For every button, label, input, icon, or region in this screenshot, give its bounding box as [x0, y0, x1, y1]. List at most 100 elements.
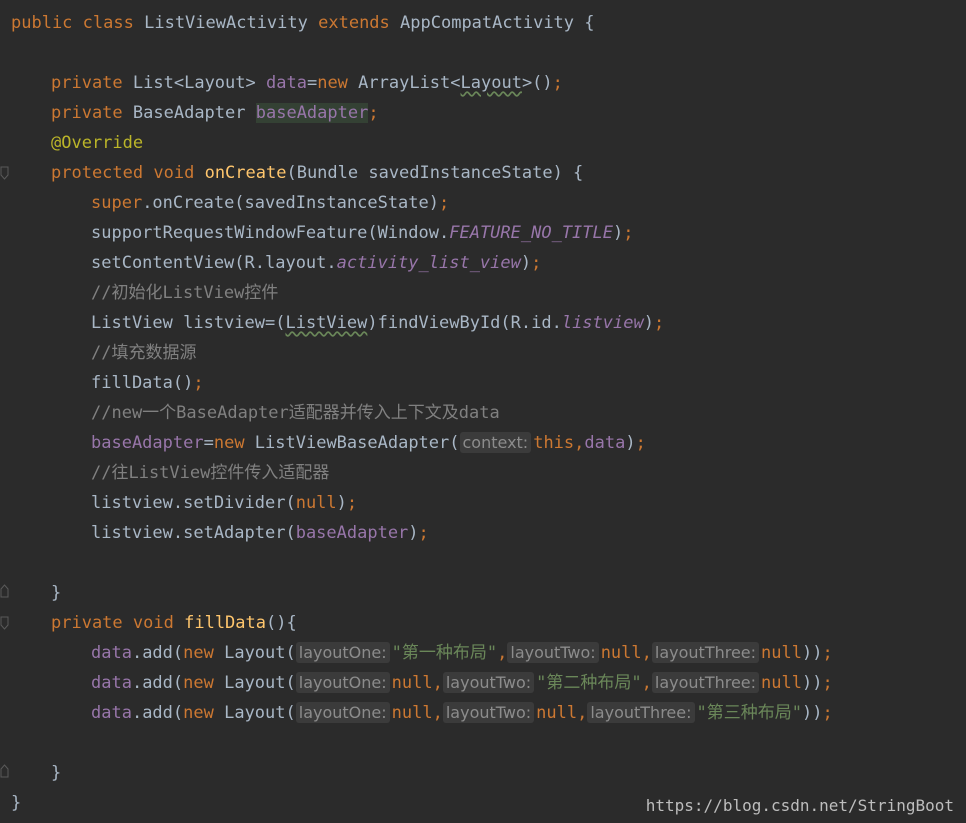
field-name: data [266, 73, 307, 93]
field-name: baseAdapter [295, 523, 409, 543]
type-name: Layout [460, 73, 522, 93]
code-text: ListView listview=( [91, 313, 286, 333]
type-name: ArrayList< [347, 73, 461, 93]
code-line[interactable]: ListView listview=(ListView)findViewById… [91, 308, 664, 338]
string-literal: "第一种布局" [391, 643, 498, 663]
keyword: null [761, 643, 802, 663]
code-text: .add( [131, 673, 184, 693]
code-line[interactable]: data.add(new Layout(layoutOne: null, layou… [91, 698, 833, 728]
code-text: )) [801, 673, 823, 693]
semicolon: ; [439, 193, 450, 213]
parameter-hint: layoutOne: [295, 642, 390, 663]
method-name: fillData [184, 613, 266, 633]
code-line[interactable]: supportRequestWindowFeature(Window.FEATU… [91, 218, 634, 248]
semicolon: ; [635, 433, 646, 453]
keyword: public [11, 13, 73, 33]
code-line[interactable]: setContentView(R.layout.activity_list_vi… [91, 248, 541, 278]
method-name: onCreate [204, 163, 287, 183]
code-line[interactable]: fillData(); [91, 368, 204, 398]
code-text: >() [521, 73, 553, 93]
keyword: class [82, 13, 134, 33]
annotation: @Override [51, 133, 144, 153]
keyword: void [153, 163, 195, 183]
code-line[interactable]: } [11, 788, 21, 818]
type-name: Layout [184, 73, 246, 93]
keyword: new [213, 433, 245, 453]
parameter-hint: layoutOne: [295, 702, 390, 723]
code-line[interactable]: //new一个BaseAdapter适配器并传入上下文及data [91, 398, 500, 428]
comma: , [577, 703, 588, 723]
parameter-hint: layoutThree: [587, 702, 695, 723]
code-line[interactable]: super.onCreate(savedInstanceState); [91, 188, 449, 218]
comment: //填充数据源 [91, 343, 197, 363]
comma: , [641, 643, 652, 663]
keyword: extends [318, 13, 390, 33]
code-line[interactable]: data.add(new Layout(layoutOne: "第一种布局", la… [91, 638, 833, 668]
keyword: new [183, 703, 214, 723]
semicolon: ; [623, 223, 634, 243]
field-name: data [91, 673, 132, 693]
code-editor[interactable]: public class ListViewActivity extends Ap… [0, 0, 966, 823]
semicolon: ; [193, 373, 204, 393]
keyword: new [317, 73, 348, 93]
code-text: fillData() [91, 373, 194, 393]
code-text: .add( [131, 643, 184, 663]
code-line[interactable]: protected void onCreate(Bundle savedInst… [51, 158, 583, 188]
operator: = [306, 73, 318, 93]
code-line[interactable]: } [51, 758, 61, 788]
keyword: null [391, 703, 433, 723]
code-text: )findViewById(R.id. [367, 313, 562, 333]
comment: //new一个BaseAdapter适配器并传入上下文及data [91, 403, 500, 423]
fold-marker-icon[interactable] [0, 616, 9, 630]
keyword: this [533, 433, 575, 453]
fold-marker-icon[interactable] [0, 764, 9, 778]
keyword: null [391, 673, 433, 693]
code-text: listview.setAdapter( [91, 523, 296, 543]
comma: , [497, 643, 508, 663]
parameter-hint: layoutOne: [295, 672, 390, 693]
keyword: private [51, 613, 123, 633]
code-line[interactable]: listview.setAdapter(baseAdapter); [91, 518, 429, 548]
comma: , [432, 673, 443, 693]
code-text: (Bundle savedInstanceState) { [286, 163, 584, 183]
code-text: supportRequestWindowFeature(Window. [91, 223, 450, 243]
code-line[interactable]: @Override [51, 128, 143, 158]
semicolon: ; [822, 643, 833, 663]
fold-marker-icon[interactable] [0, 584, 9, 598]
type-name: BaseAdapter [132, 103, 246, 123]
code-text: .add( [131, 703, 184, 723]
code-line[interactable]: public class ListViewActivity extends Ap… [11, 8, 595, 38]
code-text: ) [336, 493, 347, 513]
code-line[interactable]: private BaseAdapter baseAdapter; [51, 98, 379, 128]
code-line[interactable]: listview.setDivider(null); [91, 488, 357, 518]
class-name: AppCompatActivity [400, 13, 575, 33]
code-line[interactable]: //初始化ListView控件 [91, 278, 278, 308]
fold-marker-icon[interactable] [0, 166, 9, 180]
code-line[interactable]: //往ListView控件传入适配器 [91, 458, 329, 488]
string-literal: "第三种布局" [696, 703, 802, 723]
comma: , [641, 673, 652, 693]
code-line[interactable]: baseAdapter=new ListViewBaseAdapter(cont… [91, 428, 646, 458]
code-line[interactable]: } [51, 578, 61, 608]
type-name: > [245, 73, 266, 93]
code-line[interactable]: private List<Layout> data=new ArrayList<… [51, 68, 563, 98]
semicolon: ; [531, 253, 542, 273]
semicolon: ; [368, 103, 379, 123]
field-name: baseAdapter [255, 103, 369, 123]
parameter-hint: context: [459, 432, 532, 453]
field-name: data [91, 703, 132, 723]
code-line[interactable]: private void fillData(){ [51, 608, 297, 638]
code-text: ) [613, 223, 624, 243]
parameter-hint: layoutTwo: [507, 642, 599, 663]
constant: FEATURE_NO_TITLE [449, 223, 613, 243]
constant: activity_list_view [336, 253, 521, 273]
code-line[interactable]: data.add(new Layout(layoutOne: null, layou… [91, 668, 833, 698]
code-text: )) [801, 703, 823, 723]
code-text: Layout( [213, 673, 296, 693]
code-text: Layout( [213, 703, 296, 723]
code-text: ) [520, 253, 532, 273]
parameter-hint: layoutThree: [651, 642, 760, 663]
class-name: ListViewActivity [144, 13, 308, 33]
code-line[interactable]: //填充数据源 [91, 338, 196, 368]
semicolon: ; [552, 73, 563, 93]
